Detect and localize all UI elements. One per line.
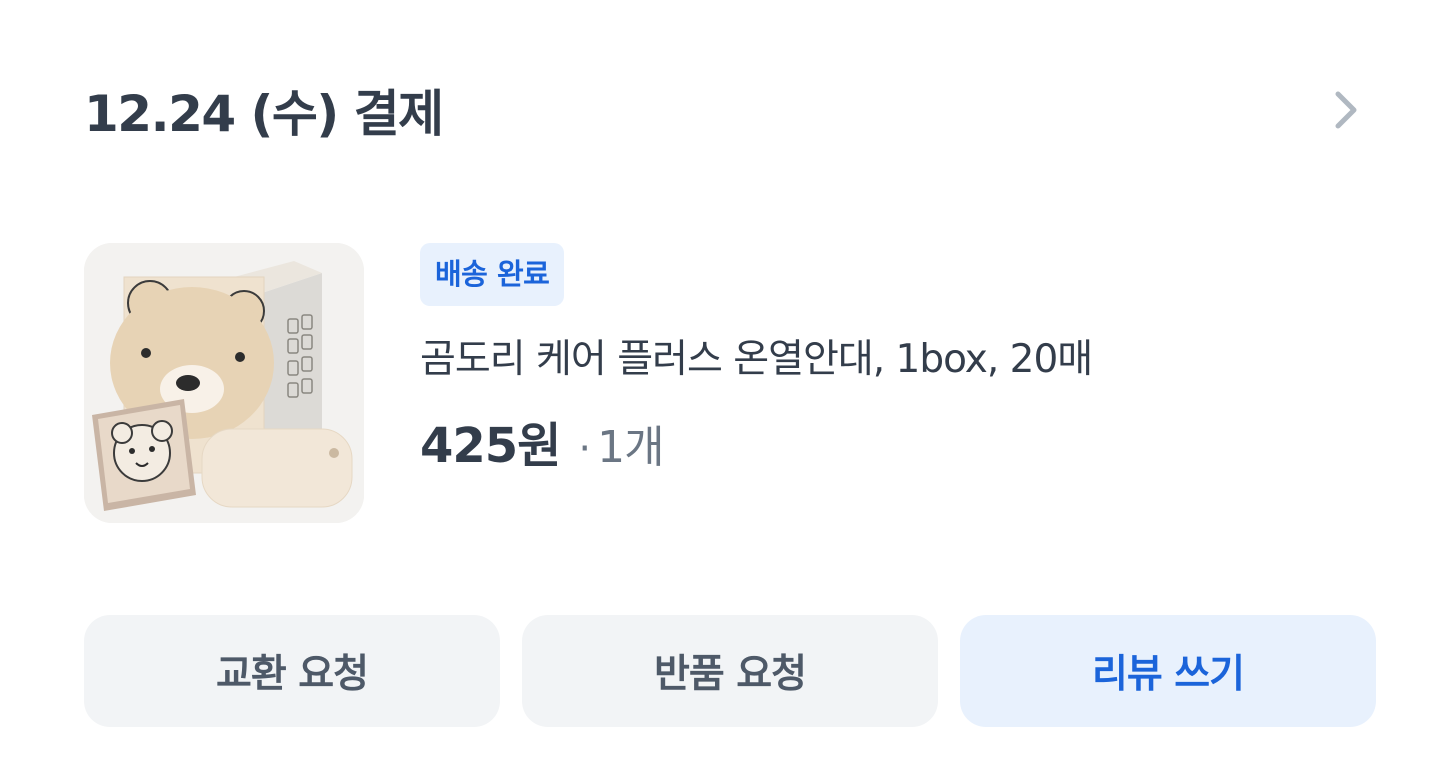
chevron-right-icon[interactable] [1318, 82, 1374, 138]
product-image[interactable] [84, 243, 364, 523]
price-separator: · [578, 426, 592, 472]
write-review-button[interactable]: 리뷰 쓰기 [960, 615, 1376, 727]
return-request-button[interactable]: 반품 요청 [522, 615, 938, 727]
status-badge: 배송 완료 [420, 243, 565, 306]
exchange-request-button[interactable]: 교환 요청 [84, 615, 500, 727]
product-item[interactable]: 배송 완료 곰도리 케어 플러스 온열안대, 1box, 20매 425원 · … [84, 243, 1374, 523]
order-date-title: 12.24 (수) 결제 [84, 85, 444, 143]
product-price: 425원 [420, 418, 561, 474]
product-info: 배송 완료 곰도리 케어 플러스 온열안대, 1box, 20매 425원 · … [420, 243, 1093, 523]
product-quantity: 1개 [597, 422, 664, 473]
order-card: 12.24 (수) 결제 배송 완료 곰도리 케어 플러스 온열안대, 1box… [0, 0, 1440, 766]
order-actions: 교환 요청 반품 요청 리뷰 쓰기 [84, 615, 1376, 727]
order-header[interactable]: 12.24 (수) 결제 [84, 70, 1374, 150]
product-name[interactable]: 곰도리 케어 플러스 온열안대, 1box, 20매 [420, 328, 1093, 384]
price-row: 425원 · 1개 [420, 406, 1092, 476]
